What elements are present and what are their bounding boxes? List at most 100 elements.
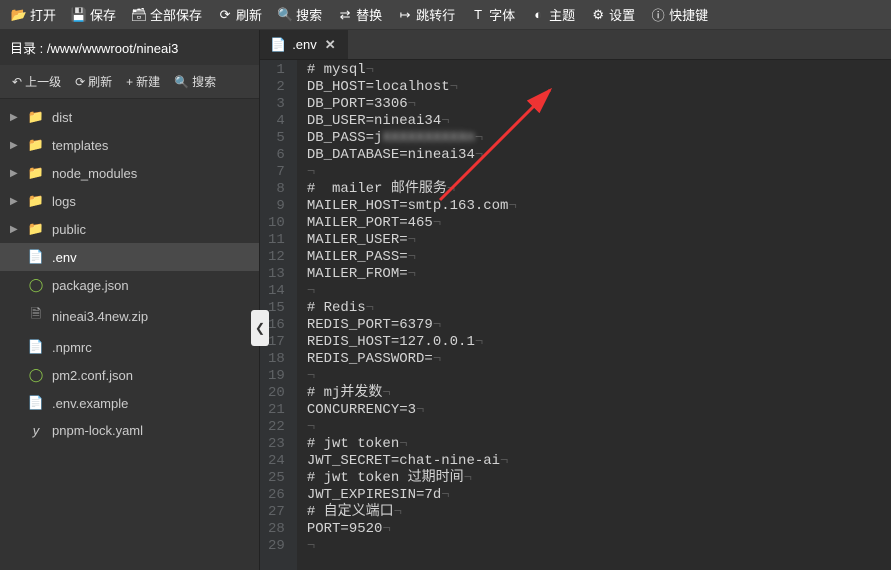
sidebar: 目录 : /www/wwwroot/nineai3 ↶ 上一级 ⟳ 刷新 + 新… [0, 30, 260, 570]
line-number: 13 [268, 266, 285, 283]
chevron-right-icon: ▶ [10, 168, 20, 179]
path-bar: 目录 : /www/wwwroot/nineai3 [0, 30, 259, 65]
code-line: DB_USER=nineai34¬ [307, 113, 891, 130]
tree-folder[interactable]: ▶ 📁 node_modules [0, 159, 259, 187]
code-line: # mailer 邮件服务¬ [307, 181, 891, 198]
tab-env[interactable]: 📄 .env ✕ [260, 30, 348, 59]
code-line: MAILER_PASS=¬ [307, 249, 891, 266]
refresh-button[interactable]: ⟳ 刷新 [210, 0, 270, 30]
settings-label: 设置 [609, 5, 635, 24]
line-number: 12 [268, 249, 285, 266]
tree-folder[interactable]: ▶📁templates [0, 131, 259, 159]
search-button[interactable]: 🔍 搜索 [270, 0, 330, 30]
open-button[interactable]: 📂 打开 [4, 0, 64, 30]
goto-label: 跳转行 [416, 5, 455, 24]
code-line: JWT_SECRET=chat-nine-ai¬ [307, 453, 891, 470]
chevron-right-icon: ▶ [10, 224, 20, 235]
line-number: 17 [268, 334, 285, 351]
line-number: 9 [268, 198, 285, 215]
line-number: 27 [268, 504, 285, 521]
code-line: ¬ [307, 283, 891, 300]
code-line: MAILER_PORT=465¬ [307, 215, 891, 232]
font-label: 字体 [489, 5, 515, 24]
code-line: # jwt token¬ [307, 436, 891, 453]
save-icon: 💾 [72, 8, 86, 22]
replace-button[interactable]: ⇄ 替换 [330, 0, 390, 30]
line-number: 23 [268, 436, 285, 453]
tree-item-label: .env.example [52, 396, 128, 411]
tree-item-label: node_modules [52, 166, 137, 181]
tree-folder[interactable]: ▶📁public [0, 215, 259, 243]
json-icon: ◯ [28, 277, 44, 293]
line-number: 11 [268, 232, 285, 249]
save-all-button[interactable]: 🗃 全部保存 [124, 0, 210, 30]
folder-icon: 📁 [28, 165, 44, 181]
folder-icon: 📁 [28, 137, 44, 153]
tree-file[interactable]: ◯pm2.conf.json [0, 361, 259, 389]
line-number: 26 [268, 487, 285, 504]
code-line: REDIS_PASSWORD=¬ [307, 351, 891, 368]
search-icon: 🔍 [278, 8, 292, 22]
tree-folder[interactable]: ▶📁dist [0, 103, 259, 131]
save-all-label: 全部保存 [150, 5, 202, 24]
code-line: ¬ [307, 538, 891, 555]
tree-item-label: .env [52, 250, 77, 265]
code-line: REDIS_PORT=6379¬ [307, 317, 891, 334]
shortcuts-button[interactable]: ⓘ 快捷键 [643, 0, 716, 30]
font-button[interactable]: T 字体 [463, 0, 523, 30]
line-number: 16 [268, 317, 285, 334]
search-label: 搜索 [192, 73, 216, 90]
open-label: 打开 [30, 5, 56, 24]
keyboard-icon: ⓘ [651, 8, 665, 22]
close-icon[interactable]: ✕ [323, 37, 338, 53]
tree-file[interactable]: 📄 .npmrc [0, 333, 259, 361]
up-level-button[interactable]: ↶ 上一级 [6, 69, 67, 94]
folder-icon: 📁 [28, 221, 44, 237]
code-line: # 自定义端口¬ [307, 504, 891, 521]
sidebar-actions: ↶ 上一级 ⟳ 刷新 + 新建 🔍 搜索 [0, 65, 259, 99]
plus-icon: + [126, 75, 133, 89]
line-number: 15 [268, 300, 285, 317]
save-label: 保存 [90, 5, 116, 24]
sidebar-search-button[interactable]: 🔍 搜索 [168, 69, 222, 94]
sidebar-refresh-button[interactable]: ⟳ 刷新 [69, 69, 118, 94]
line-number: 8 [268, 181, 285, 198]
shortcuts-label: 快捷键 [669, 5, 708, 24]
folder-icon: 📁 [28, 193, 44, 209]
settings-button[interactable]: ⚙ 设置 [583, 0, 643, 30]
editor-body[interactable]: 1234567891011121314151617181920212223242… [260, 60, 891, 570]
goto-button[interactable]: ↦ 跳转行 [390, 0, 463, 30]
font-icon: T [471, 8, 485, 22]
chevron-right-icon: ▶ [10, 196, 20, 207]
theme-button[interactable]: ◐ 主题 [523, 0, 583, 30]
top-toolbar: 📂 打开 💾 保存 🗃 全部保存 ⟳ 刷新 🔍 搜索 ⇄ 替换 ↦ 跳转行 T … [0, 0, 891, 30]
line-number: 6 [268, 147, 285, 164]
tree-file[interactable]: 📄.env [0, 243, 259, 271]
line-number: 29 [268, 538, 285, 555]
tree-item-label: .npmrc [52, 340, 92, 355]
line-number: 1 [268, 62, 285, 79]
save-button[interactable]: 💾 保存 [64, 0, 124, 30]
new-button[interactable]: + 新建 [120, 69, 166, 94]
tree-file[interactable]: ◯package.json [0, 271, 259, 299]
line-number: 2 [268, 79, 285, 96]
path-label: 目录 : [10, 41, 43, 56]
tree-item-label: pm2.conf.json [52, 368, 133, 383]
line-number: 21 [268, 402, 285, 419]
code-line: # jwt token 过期时间¬ [307, 470, 891, 487]
tree-file[interactable]: 📄.env.example [0, 389, 259, 417]
yaml-icon: y [28, 423, 44, 438]
tabs-bar: 📄 .env ✕ [260, 30, 891, 60]
collapse-sidebar-handle[interactable]: ❮ [251, 310, 269, 346]
code-line: DB_HOST=localhost¬ [307, 79, 891, 96]
code-content[interactable]: # mysql¬DB_HOST=localhost¬DB_PORT=3306¬D… [297, 60, 891, 570]
arrow-up-icon: ↶ [12, 75, 22, 89]
tree-folder[interactable]: ▶ 📁 logs [0, 187, 259, 215]
tree-file[interactable]: 🗎nineai3.4new.zip [0, 299, 259, 333]
tree-item-label: logs [52, 194, 76, 209]
line-number: 4 [268, 113, 285, 130]
tree-item-label: dist [52, 110, 72, 125]
tree-file[interactable]: ypnpm-lock.yaml [0, 417, 259, 444]
code-line: ¬ [307, 419, 891, 436]
file-icon: 📄 [28, 339, 44, 355]
